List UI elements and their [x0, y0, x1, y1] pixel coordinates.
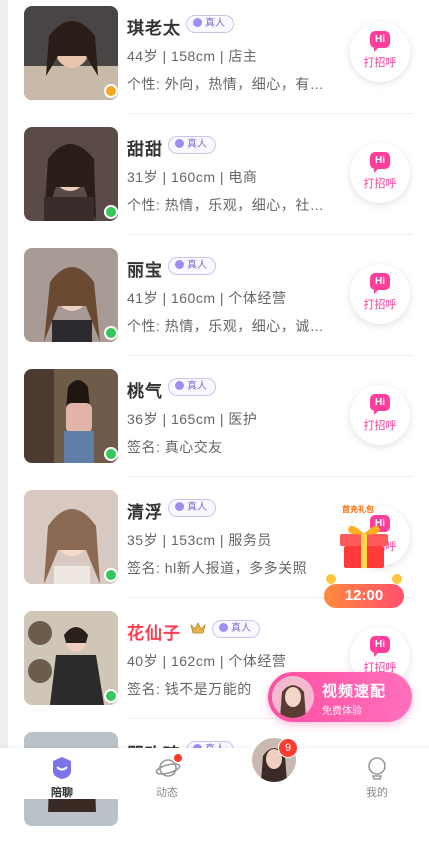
user-name: 甜甜	[127, 140, 163, 159]
status-dot	[104, 447, 118, 461]
status-dot	[104, 326, 118, 340]
verified-badge: 真人	[168, 257, 216, 275]
user-card[interactable]: 甜甜 真人 31岁 | 160cm | 电商 个性: 热情，乐观，细心，社… H…	[0, 121, 429, 242]
coin-icon	[392, 574, 402, 584]
verified-icon	[175, 139, 184, 148]
verified-icon	[193, 18, 202, 27]
status-dot	[104, 568, 118, 582]
user-desc: 签名: 钱不是万能的	[127, 681, 252, 697]
video-match-button[interactable]: 视频速配 免费体验	[268, 672, 412, 722]
user-info: 40岁 | 162cm | 个体经营	[127, 653, 287, 669]
unread-count-badge: 9	[278, 738, 298, 758]
status-dot	[104, 205, 118, 219]
avatar[interactable]	[24, 611, 118, 705]
tab-label: 陪聊	[51, 787, 73, 799]
verified-icon	[175, 260, 184, 269]
gift-box-icon	[340, 525, 388, 568]
verified-badge: 真人	[168, 499, 216, 517]
new-dot	[174, 754, 182, 762]
bottom-tab-bar: 陪聊 动态 9 我的	[0, 734, 429, 799]
tab-label: 我的	[366, 787, 388, 799]
divider	[127, 234, 413, 235]
verified-icon	[175, 502, 184, 511]
greet-label: 打招呼	[363, 299, 397, 311]
greet-label: 打招呼	[363, 420, 397, 432]
divider	[127, 476, 413, 477]
user-desc: 签名: hl新人报道，多多关照	[127, 560, 308, 576]
greet-button[interactable]: Hi 打招呼	[350, 264, 410, 324]
match-avatar	[272, 676, 314, 718]
hi-icon: Hi	[370, 152, 390, 173]
user-card[interactable]: 琪老太 真人 44岁 | 158cm | 店主 个性: 外向，热情，细心，有… …	[0, 0, 429, 121]
user-desc: 签名: 真心交友	[127, 439, 223, 455]
avatar[interactable]	[24, 6, 118, 100]
hi-icon: Hi	[370, 394, 390, 415]
user-desc: 个性: 外向，热情，细心，有…	[127, 76, 325, 92]
greet-button[interactable]: Hi 打招呼	[350, 385, 410, 445]
match-title: 视频速配	[322, 683, 387, 700]
tab-moments[interactable]: 动态	[132, 748, 202, 799]
user-card[interactable]: 丽宝 真人 41岁 | 160cm | 个体经营 个性: 热情，乐观，细心，诚……	[0, 242, 429, 363]
gift-timer: 12:00	[324, 584, 404, 608]
greet-label: 打招呼	[363, 57, 397, 69]
greet-button[interactable]: Hi 打招呼	[350, 143, 410, 203]
user-info: 44岁 | 158cm | 店主	[127, 48, 258, 64]
user-name: 清浮	[127, 503, 163, 522]
match-subtitle: 免费体验	[322, 706, 362, 717]
verified-badge: 真人	[186, 15, 234, 33]
user-name: 琪老太	[127, 19, 181, 38]
gift-label: 首充礼包	[342, 505, 374, 514]
user-info: 41岁 | 160cm | 个体经营	[127, 290, 287, 306]
tab-label: 动态	[156, 787, 178, 799]
divider	[127, 113, 413, 114]
hi-icon: Hi	[370, 636, 390, 657]
user-name: 丽宝	[127, 261, 163, 280]
status-dot	[104, 689, 118, 703]
avatar[interactable]	[24, 248, 118, 342]
tab-chat[interactable]: 陪聊	[27, 748, 97, 799]
verified-badge: 真人	[168, 136, 216, 154]
avatar[interactable]	[24, 490, 118, 584]
verified-icon	[219, 623, 228, 632]
avatar[interactable]	[24, 127, 118, 221]
verified-icon	[175, 381, 184, 390]
user-info: 31岁 | 160cm | 电商	[127, 169, 258, 185]
profile-icon	[368, 757, 386, 780]
greet-button[interactable]: Hi 打招呼	[350, 22, 410, 82]
user-name: 花仙子	[127, 624, 181, 643]
greet-label: 打招呼	[363, 178, 397, 190]
first-charge-gift[interactable]: 首充礼包 12:00	[320, 500, 408, 612]
status-dot	[104, 84, 118, 98]
user-desc: 个性: 热情，乐观，细心，诚…	[127, 318, 325, 334]
tab-mine[interactable]: 我的	[342, 748, 412, 799]
coin-icon	[326, 574, 336, 584]
verified-badge: 真人	[212, 620, 260, 638]
user-info: 36岁 | 165cm | 医护	[127, 411, 258, 427]
divider	[127, 355, 413, 356]
hi-icon: Hi	[370, 31, 390, 52]
user-info: 35岁 | 153cm | 服务员	[127, 532, 272, 548]
user-name: 桃气	[127, 382, 163, 401]
chat-shield-icon	[53, 757, 71, 779]
vip-crown-icon	[190, 622, 206, 634]
verified-badge: 真人	[168, 378, 216, 396]
avatar[interactable]	[24, 369, 118, 463]
user-desc: 个性: 热情，乐观，细心，社…	[127, 197, 325, 213]
user-card[interactable]: 桃气 真人 36岁 | 165cm | 医护 签名: 真心交友 Hi 打招呼	[0, 363, 429, 484]
hi-icon: Hi	[370, 273, 390, 294]
